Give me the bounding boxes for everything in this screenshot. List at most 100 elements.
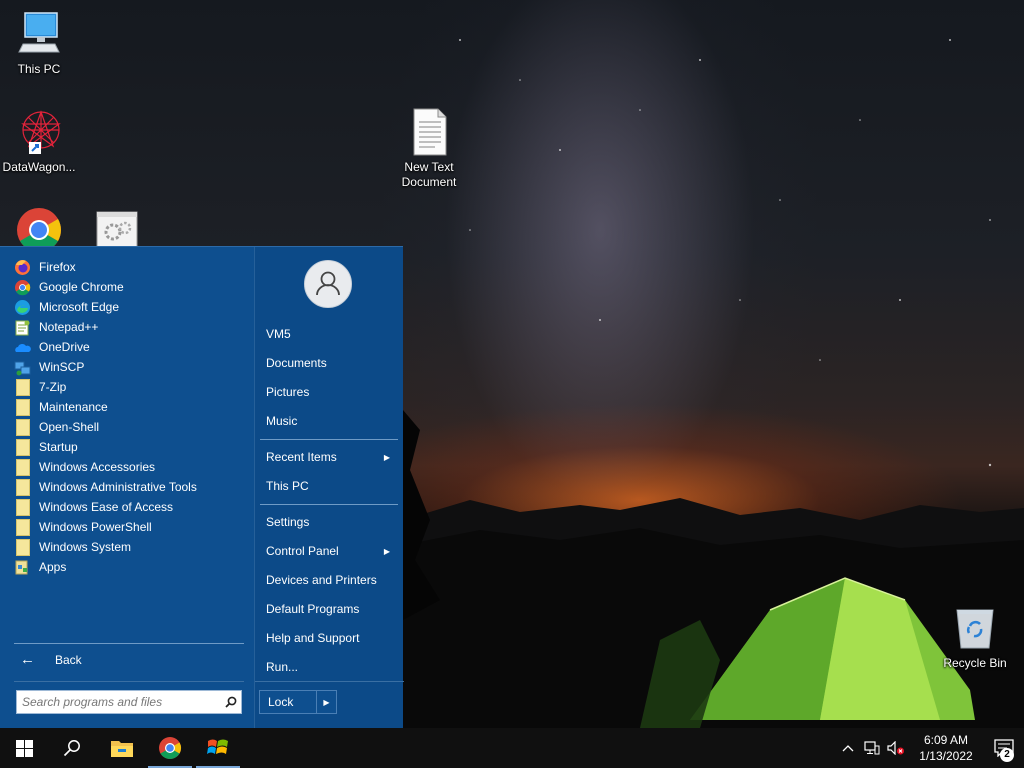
program-google-chrome[interactable]: Google Chrome bbox=[14, 277, 246, 297]
program-label: Windows Administrative Tools bbox=[39, 480, 197, 494]
program-microsoft-edge[interactable]: Microsoft Edge bbox=[14, 297, 246, 317]
program-apps[interactable]: Apps bbox=[14, 557, 246, 577]
folder-icon bbox=[14, 398, 31, 416]
avatar[interactable] bbox=[304, 260, 352, 308]
network-button[interactable] bbox=[860, 728, 884, 768]
program-firefox[interactable]: Firefox bbox=[14, 257, 246, 277]
action-center-button[interactable]: 2 bbox=[984, 728, 1024, 768]
recycle-bin-icon bbox=[951, 604, 999, 652]
program-folder-windows-ease-of-access[interactable]: Windows Ease of Access bbox=[14, 497, 246, 517]
search-icon bbox=[63, 740, 80, 757]
program-label: Windows PowerShell bbox=[39, 520, 152, 534]
program-folder-7zip[interactable]: 7-Zip bbox=[14, 377, 246, 397]
control-panel-label: Control Panel bbox=[266, 544, 339, 558]
folder-icon bbox=[14, 518, 31, 536]
user-name: VM5 bbox=[266, 327, 291, 341]
program-label: Google Chrome bbox=[39, 280, 124, 294]
default-programs-link[interactable]: Default Programs bbox=[266, 598, 394, 620]
back-label: Back bbox=[55, 652, 82, 667]
program-folder-windows-accessories[interactable]: Windows Accessories bbox=[14, 457, 246, 477]
edge-icon bbox=[14, 299, 31, 316]
taskbar-search-button[interactable] bbox=[48, 728, 96, 768]
program-onedrive[interactable]: OneDrive bbox=[14, 337, 246, 357]
speaker-muted-icon bbox=[887, 741, 904, 755]
pictures-label: Pictures bbox=[266, 385, 310, 399]
chevron-up-icon bbox=[842, 745, 854, 752]
program-notepadpp[interactable]: Notepad++ bbox=[14, 317, 246, 337]
text-document-icon bbox=[405, 108, 453, 156]
desktop-icon-chrome-partial[interactable] bbox=[0, 206, 78, 246]
volume-button[interactable] bbox=[884, 728, 908, 768]
pictures-link[interactable]: Pictures bbox=[266, 381, 394, 403]
program-label: Windows System bbox=[39, 540, 132, 554]
search-input[interactable] bbox=[22, 692, 221, 712]
clock[interactable]: 6:09 AM 1/13/2022 bbox=[908, 732, 984, 764]
program-folder-windows-administrative-tools[interactable]: Windows Administrative Tools bbox=[14, 477, 246, 497]
program-folder-windows-system[interactable]: Windows System bbox=[14, 537, 246, 557]
separator bbox=[14, 643, 244, 644]
help-support-link[interactable]: Help and Support bbox=[266, 627, 394, 649]
settings-link[interactable]: Settings bbox=[266, 511, 394, 533]
back-button[interactable]: ← Back bbox=[14, 651, 82, 668]
folder-icon bbox=[14, 418, 31, 436]
desktop-icon-settings-partial[interactable] bbox=[78, 206, 156, 246]
desktop-icon-new-text-document[interactable]: New Text Document bbox=[390, 108, 468, 190]
program-folder-maintenance[interactable]: Maintenance bbox=[14, 397, 246, 417]
lock-label: Lock bbox=[268, 695, 294, 709]
user-icon bbox=[316, 271, 340, 296]
separator bbox=[14, 681, 244, 682]
program-label: Notepad++ bbox=[39, 320, 99, 334]
folder-icon bbox=[14, 458, 31, 476]
folder-icon bbox=[14, 438, 31, 456]
documents-label: Documents bbox=[266, 356, 327, 370]
windows-logo-icon bbox=[15, 739, 33, 757]
system-tray: 6:09 AM 1/13/2022 2 bbox=[836, 728, 1024, 768]
program-winscp[interactable]: WinSCP bbox=[14, 357, 246, 377]
taskbar-file-explorer[interactable] bbox=[98, 728, 146, 768]
music-label: Music bbox=[266, 414, 298, 428]
taskbar-chrome[interactable] bbox=[146, 728, 194, 768]
program-folder-startup[interactable]: Startup bbox=[14, 437, 246, 457]
taskbar-open-shell-start[interactable] bbox=[194, 728, 242, 768]
program-label: Microsoft Edge bbox=[39, 300, 120, 314]
open-shell-icon bbox=[207, 739, 228, 754]
start-button[interactable] bbox=[0, 728, 48, 768]
user-name-link[interactable]: VM5 bbox=[266, 323, 394, 345]
desktop-icon-label: DataWagon... bbox=[2, 160, 76, 174]
devices-printers-link[interactable]: Devices and Printers bbox=[266, 569, 394, 591]
desktop-icon-this-pc[interactable]: This PC bbox=[0, 10, 78, 77]
program-label: Apps bbox=[39, 560, 67, 574]
this-pc-link[interactable]: This PC bbox=[266, 475, 394, 497]
datawagon-icon bbox=[15, 108, 63, 156]
folder-icon bbox=[14, 498, 31, 516]
settings-app-icon bbox=[93, 206, 141, 246]
run-link[interactable]: Run... bbox=[266, 656, 394, 678]
show-hidden-icons-button[interactable] bbox=[836, 728, 860, 768]
run-label: Run... bbox=[266, 660, 299, 674]
start-menu-programs-pane: Firefox Google Chrome Microsoft Edge Not… bbox=[0, 247, 254, 728]
default-programs-label: Default Programs bbox=[266, 602, 360, 616]
clock-time: 6:09 AM bbox=[923, 733, 969, 747]
program-label: 7-Zip bbox=[39, 380, 67, 394]
folder-icon bbox=[14, 538, 31, 556]
search-box[interactable] bbox=[16, 690, 242, 714]
documents-link[interactable]: Documents bbox=[266, 352, 394, 374]
file-explorer-icon bbox=[111, 741, 133, 757]
desktop-icon-recycle-bin[interactable]: Recycle Bin bbox=[936, 604, 1014, 671]
shutdown-options-dropdown[interactable]: ▶ bbox=[316, 691, 336, 713]
recent-items-menu[interactable]: Recent Items ▶ bbox=[266, 446, 394, 468]
program-folder-windows-powershell[interactable]: Windows PowerShell bbox=[14, 517, 246, 537]
music-link[interactable]: Music bbox=[266, 410, 394, 432]
control-panel-menu[interactable]: Control Panel ▶ bbox=[266, 540, 394, 562]
chevron-right-icon: ▶ bbox=[323, 697, 330, 707]
winscp-icon bbox=[14, 359, 31, 376]
desktop-icon-datawagon[interactable]: DataWagon... bbox=[0, 108, 78, 175]
program-folder-open-shell[interactable]: Open-Shell bbox=[14, 417, 246, 437]
start-menu: Firefox Google Chrome Microsoft Edge Not… bbox=[0, 246, 404, 728]
search-icon[interactable] bbox=[221, 692, 241, 712]
taskbar: 6:09 AM 1/13/2022 2 bbox=[0, 728, 1024, 768]
apps-icon bbox=[14, 559, 31, 576]
clock-date: 1/13/2022 bbox=[919, 749, 973, 763]
lock-button[interactable]: Lock ▶ bbox=[259, 690, 337, 714]
program-label: OneDrive bbox=[39, 340, 90, 354]
